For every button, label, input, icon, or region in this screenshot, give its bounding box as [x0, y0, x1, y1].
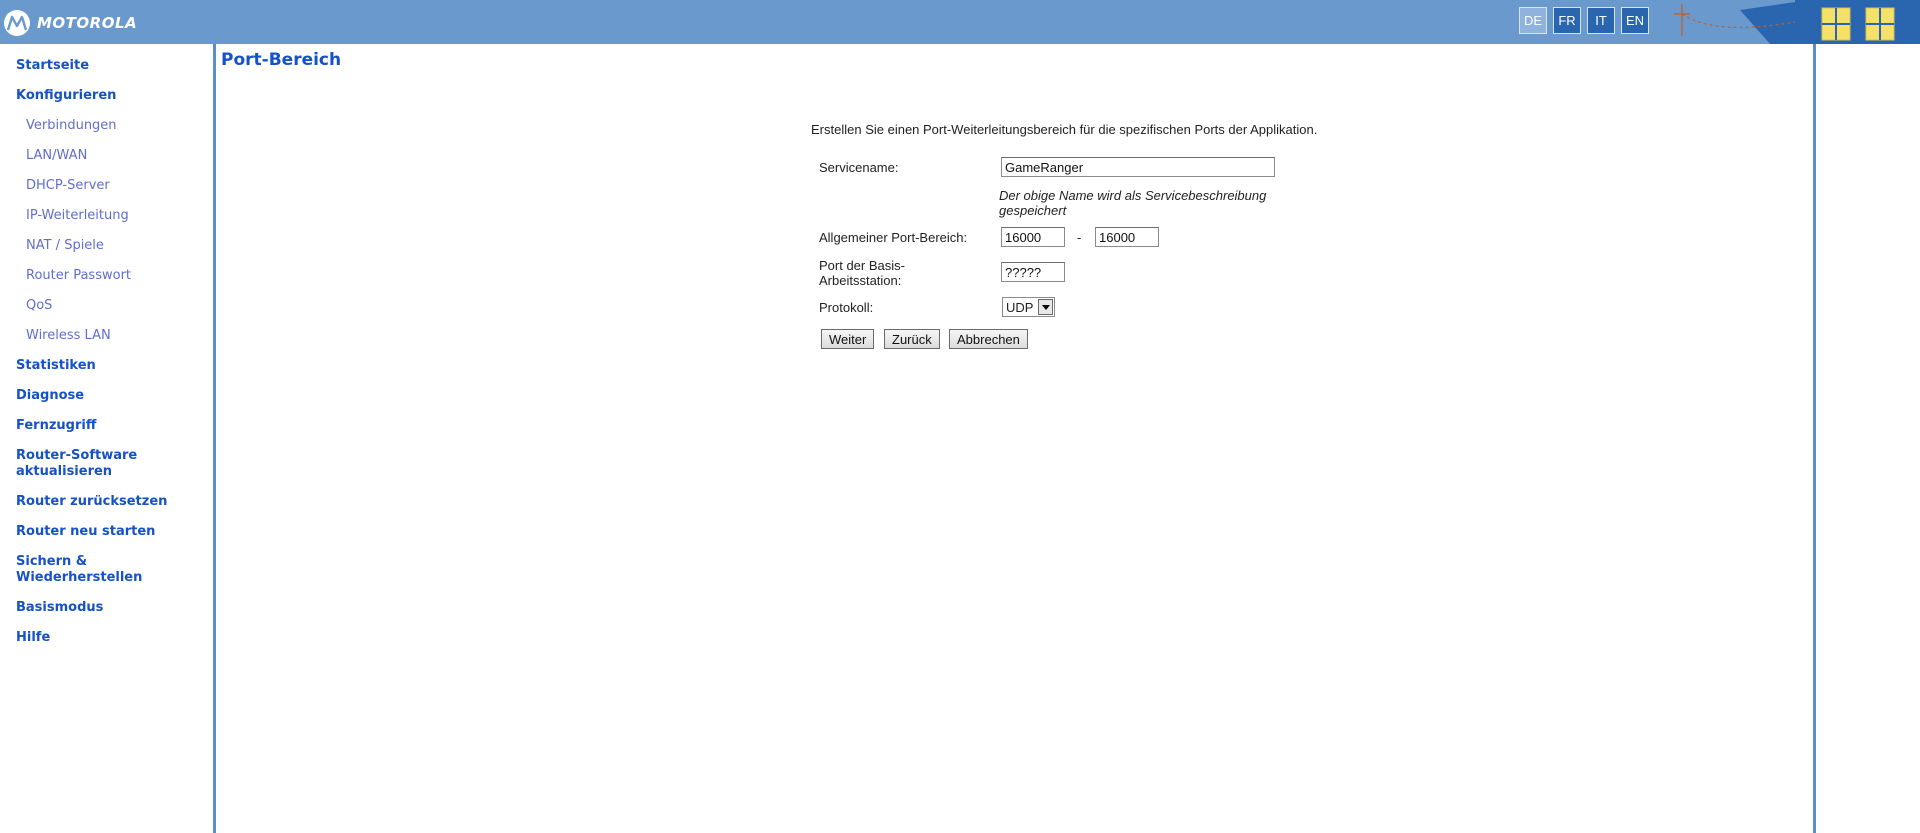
chevron-down-icon[interactable] [1038, 299, 1053, 315]
sidebar-item-statistiken[interactable]: Statistiken [16, 358, 206, 374]
protocol-select-value: UDP [1006, 299, 1034, 315]
sidebar-item-lan-wan[interactable]: LAN/WAN [16, 148, 206, 164]
sidebar-item-router-zuruecksetzen[interactable]: Router zurücksetzen [16, 494, 206, 510]
port-range-separator: - [1077, 230, 1082, 245]
sidebar-item-router-neu-starten[interactable]: Router neu starten [16, 524, 206, 540]
service-name-hint: Der obige Name wird als Servicebeschreib… [999, 188, 1267, 218]
content-top-spacer [216, 44, 1813, 47]
sidebar-item-router-software[interactable]: Router-Software aktualisieren [16, 448, 166, 480]
base-port-label: Port der Basis-Arbeitsstation: [819, 258, 905, 288]
sidebar-divider [213, 44, 216, 833]
header-bar: MOTOROLA DE FR IT EN [0, 0, 1920, 44]
sidebar-item-wireless-lan[interactable]: Wireless LAN [16, 328, 206, 344]
base-port-input[interactable] [1001, 262, 1065, 282]
lang-de-button[interactable]: DE [1519, 7, 1547, 34]
sidebar-item-dhcp-server[interactable]: DHCP-Server [16, 178, 206, 194]
form-intro-text: Erstellen Sie einen Port-Weiterleitungsb… [811, 122, 1318, 137]
sidebar-item-router-passwort[interactable]: Router Passwort [16, 268, 206, 284]
sidebar-item-konfigurieren[interactable]: Konfigurieren [16, 88, 206, 104]
lang-fr-button[interactable]: FR [1553, 7, 1581, 34]
motorola-logo-icon [4, 10, 30, 36]
sidebar-item-sichern-wiederherstellen[interactable]: Sichern & Wiederherstellen [16, 554, 166, 586]
protocol-select[interactable]: UDP [1002, 297, 1055, 317]
page-title: Port-Bereich [221, 50, 342, 70]
sidebar-item-fernzugriff[interactable]: Fernzugriff [16, 418, 206, 434]
sidebar-item-startseite[interactable]: Startseite [16, 58, 206, 74]
protocol-label: Protokoll: [819, 300, 874, 315]
sidebar-item-basismodus[interactable]: Basismodus [16, 600, 206, 616]
motorola-logo[interactable]: MOTOROLA [4, 10, 137, 36]
logo-text: MOTOROLA [37, 14, 138, 32]
sidebar-item-ip-weiterleitung[interactable]: IP-Weiterleitung [16, 208, 206, 224]
sidebar-item-nat-spiele[interactable]: NAT / Spiele [16, 238, 206, 254]
port-range-label: Allgemeiner Port-Bereich: [819, 230, 968, 245]
lang-it-button[interactable]: IT [1587, 7, 1615, 34]
port-range-start-input[interactable] [1001, 227, 1065, 247]
content-right-border [1813, 44, 1816, 833]
service-name-input[interactable] [1001, 157, 1275, 177]
cancel-button[interactable]: Abbrechen [949, 329, 1028, 349]
sidebar-item-verbindungen[interactable]: Verbindungen [16, 118, 206, 134]
service-name-label: Servicename: [819, 160, 899, 175]
sidebar-item-hilfe[interactable]: Hilfe [16, 630, 206, 646]
sidebar-item-qos[interactable]: QoS [16, 298, 206, 314]
port-range-end-input[interactable] [1095, 227, 1159, 247]
sidebar-item-diagnose[interactable]: Diagnose [16, 388, 206, 404]
next-button[interactable]: Weiter [821, 329, 875, 349]
lang-en-button[interactable]: EN [1621, 7, 1649, 34]
sidebar-nav: Startseite Konfigurieren Verbindungen LA… [16, 58, 206, 660]
back-button[interactable]: Zurück [884, 329, 940, 349]
header-decoration-graphic [1674, 0, 1920, 44]
